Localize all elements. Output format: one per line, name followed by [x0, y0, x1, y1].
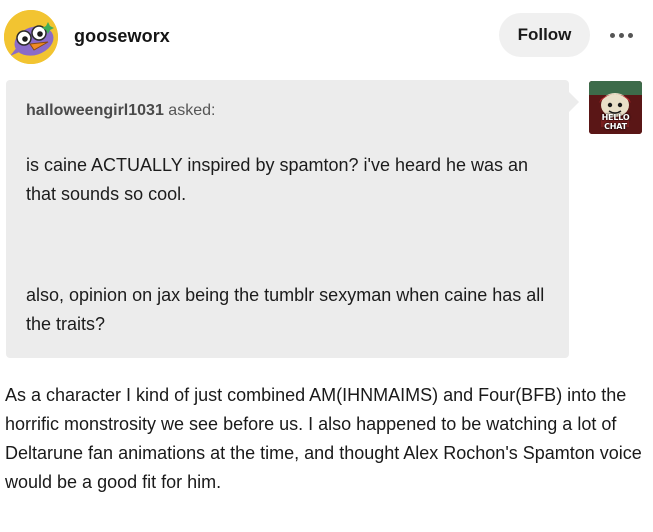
- answer-paragraph: As a character I kind of just combined A…: [5, 385, 642, 492]
- asker-name[interactable]: halloweengirl1031: [26, 102, 164, 119]
- answer-body: As a character I kind of just combined A…: [5, 381, 645, 497]
- more-options-button[interactable]: [603, 23, 639, 47]
- asker-line: halloweengirl1031 asked:: [26, 102, 215, 120]
- more-horizontal-icon: [608, 32, 635, 38]
- asker-avatar-caption: HELLO CHAT: [601, 113, 630, 131]
- question-paragraph: is caine ACTUALLY inspired by spamton? i…: [26, 155, 529, 204]
- ask-bubble-pointer: [569, 92, 579, 112]
- question-paragraph: also, opinion on jax being the tumblr se…: [26, 285, 545, 334]
- tumblr-post: gooseworx Follow halloweengirl1031 asked…: [0, 0, 653, 532]
- asked-label: asked:: [163, 102, 216, 119]
- blog-name[interactable]: gooseworx: [74, 26, 170, 47]
- follow-button[interactable]: Follow: [499, 13, 590, 57]
- blog-avatar[interactable]: [4, 10, 58, 64]
- asker-avatar[interactable]: HELLO CHAT: [589, 81, 642, 134]
- post-header: gooseworx Follow: [0, 0, 653, 76]
- blog-avatar-image: [4, 10, 58, 64]
